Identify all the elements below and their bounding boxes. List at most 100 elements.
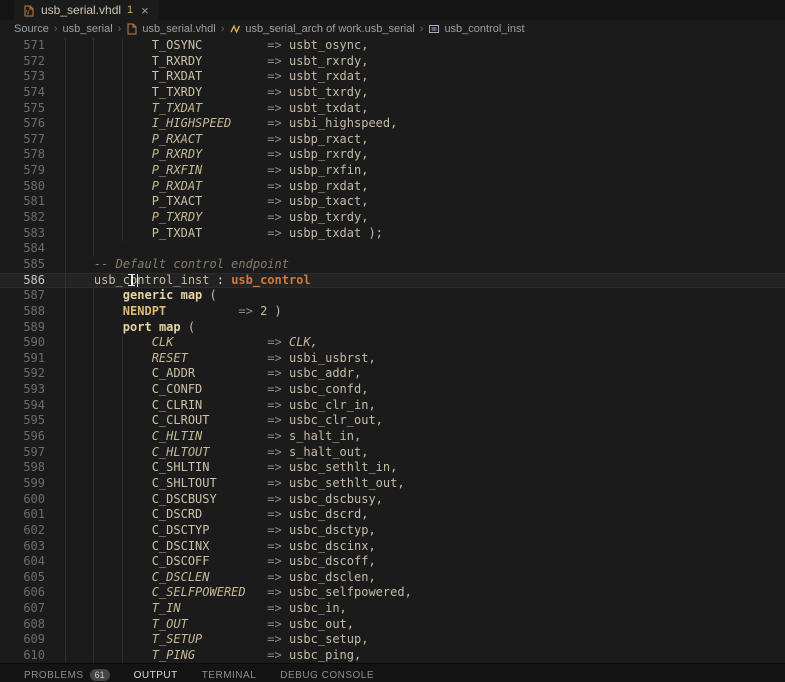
breadcrumb-item-usb_serial_arch[interactable]: usb_serial_arch of work.usb_serial: [229, 23, 414, 35]
code-line-content[interactable]: T_OUT => usbc_out,: [65, 617, 785, 633]
code-line-content[interactable]: port map (: [65, 320, 785, 336]
code-line-content[interactable]: C_SELFPOWERED => usbc_selfpowered,: [65, 585, 785, 601]
code-line-content[interactable]: C_CONFD => usbc_confd,: [65, 382, 785, 398]
code-line: 598 C_SHLTIN => usbc_sethlt_in,: [0, 460, 785, 476]
line-number[interactable]: 597: [0, 445, 45, 461]
code-line-content[interactable]: usb_control_inst : usb_control: [65, 273, 785, 289]
line-number[interactable]: 576: [0, 116, 45, 132]
code-line-content[interactable]: C_ADDR => usbc_addr,: [65, 366, 785, 382]
line-number[interactable]: 609: [0, 632, 45, 648]
code-line-content[interactable]: C_CLRIN => usbc_clr_in,: [65, 398, 785, 414]
line-number[interactable]: 608: [0, 617, 45, 633]
line-number[interactable]: 580: [0, 179, 45, 195]
code-line-content[interactable]: I_HIGHSPEED => usbi_highspeed,: [65, 116, 785, 132]
code-line-content[interactable]: T_TXRDY => usbt_txrdy,: [65, 85, 785, 101]
panel-tab-debug-console[interactable]: DEBUG CONSOLE: [280, 670, 374, 681]
line-number[interactable]: 610: [0, 648, 45, 664]
line-number[interactable]: 595: [0, 413, 45, 429]
line-number[interactable]: 596: [0, 429, 45, 445]
code-line-content[interactable]: generic map (: [65, 288, 785, 304]
code-line-content[interactable]: P_TXDAT => usbp_txdat );: [65, 226, 785, 242]
line-number[interactable]: 582: [0, 210, 45, 226]
indent-guide: [65, 429, 66, 445]
panel-tab-problems[interactable]: PROBLEMS61: [24, 669, 110, 681]
code-line-content[interactable]: P_RXDAT => usbp_rxdat,: [65, 179, 785, 195]
code-token: CLK: [152, 335, 268, 349]
code-line-content[interactable]: CLK => CLK,: [65, 335, 785, 351]
breadcrumb-item-source[interactable]: Source: [14, 23, 49, 35]
code-line-content[interactable]: [65, 241, 785, 257]
close-icon[interactable]: ×: [141, 4, 149, 17]
line-number[interactable]: 593: [0, 382, 45, 398]
code-line-content[interactable]: C_DSCBUSY => usbc_dscbusy,: [65, 492, 785, 508]
code-token: C_HLTIN: [152, 429, 268, 443]
code-line-content[interactable]: T_SETUP => usbc_setup,: [65, 632, 785, 648]
line-number[interactable]: 604: [0, 554, 45, 570]
indent-guide: [93, 179, 94, 195]
breadcrumb-item-usb_control_inst[interactable]: usb_control_inst: [428, 23, 524, 35]
code-line-content[interactable]: P_TXACT => usbp_txact,: [65, 194, 785, 210]
line-number[interactable]: 572: [0, 54, 45, 70]
panel-tab-output[interactable]: OUTPUT: [134, 670, 178, 681]
line-number[interactable]: 603: [0, 539, 45, 555]
code-line-content[interactable]: RESET => usbi_usbrst,: [65, 351, 785, 367]
line-number[interactable]: 599: [0, 476, 45, 492]
line-number[interactable]: 579: [0, 163, 45, 179]
code-line-content[interactable]: C_SHLTOUT => usbc_sethlt_out,: [65, 476, 785, 492]
code-line-content[interactable]: C_SHLTIN => usbc_sethlt_in,: [65, 460, 785, 476]
line-number[interactable]: 589: [0, 320, 45, 336]
panel-tab-terminal[interactable]: TERMINAL: [202, 670, 257, 681]
code-line-content[interactable]: P_TXRDY => usbp_txrdy,: [65, 210, 785, 226]
code-line-content[interactable]: P_RXACT => usbp_rxact,: [65, 132, 785, 148]
code-line-content[interactable]: T_OSYNC => usbt_osync,: [65, 38, 785, 54]
line-number[interactable]: 600: [0, 492, 45, 508]
code-line-content[interactable]: C_DSCLEN => usbc_dsclen,: [65, 570, 785, 586]
line-number[interactable]: 602: [0, 523, 45, 539]
code-line-content[interactable]: C_HLTIN => s_halt_in,: [65, 429, 785, 445]
code-line-content[interactable]: P_RXFIN => usbp_rxfin,: [65, 163, 785, 179]
code-line-content[interactable]: C_DSCINX => usbc_dscinx,: [65, 539, 785, 555]
line-number[interactable]: 590: [0, 335, 45, 351]
tab-usb-serial-vhdl[interactable]: V usb_serial.vhdl 1 ×: [14, 0, 159, 20]
code-line-content[interactable]: T_IN => usbc_in,: [65, 601, 785, 617]
line-number[interactable]: 607: [0, 601, 45, 617]
code-line-content[interactable]: T_PING => usbc_ping,: [65, 648, 785, 664]
line-number[interactable]: 598: [0, 460, 45, 476]
line-number[interactable]: 571: [0, 38, 45, 54]
line-number[interactable]: 575: [0, 101, 45, 117]
line-number[interactable]: 601: [0, 507, 45, 523]
line-number[interactable]: 588: [0, 304, 45, 320]
line-number[interactable]: 586: [0, 273, 45, 289]
line-number[interactable]: 577: [0, 132, 45, 148]
code-line-content[interactable]: T_RXDAT => usbt_rxdat,: [65, 69, 785, 85]
code-token: C_SHLTOUT: [152, 476, 268, 490]
line-number[interactable]: 591: [0, 351, 45, 367]
line-number[interactable]: 581: [0, 194, 45, 210]
indent-guide: [93, 366, 94, 382]
code-line-content[interactable]: C_DSCTYP => usbc_dsctyp,: [65, 523, 785, 539]
line-number[interactable]: 594: [0, 398, 45, 414]
code-line-content[interactable]: C_DSCOFF => usbc_dscoff,: [65, 554, 785, 570]
code-line-content[interactable]: T_TXDAT => usbt_txdat,: [65, 101, 785, 117]
line-number[interactable]: 592: [0, 366, 45, 382]
line-number[interactable]: 606: [0, 585, 45, 601]
code-line-content[interactable]: C_CLROUT => usbc_clr_out,: [65, 413, 785, 429]
line-number[interactable]: 574: [0, 85, 45, 101]
code-line-content[interactable]: P_RXRDY => usbp_rxrdy,: [65, 147, 785, 163]
line-number[interactable]: 587: [0, 288, 45, 304]
code-line-content[interactable]: C_DSCRD => usbc_dscrd,: [65, 507, 785, 523]
line-number[interactable]: 583: [0, 226, 45, 242]
code-line-content[interactable]: C_HLTOUT => s_halt_out,: [65, 445, 785, 461]
code-line-content[interactable]: -- Default control endpoint: [65, 257, 785, 273]
line-number[interactable]: 573: [0, 69, 45, 85]
line-number[interactable]: 605: [0, 570, 45, 586]
indent-guide: [122, 54, 123, 70]
line-number[interactable]: 585: [0, 257, 45, 273]
line-number[interactable]: 584: [0, 241, 45, 257]
breadcrumb-item-usb_serial.vhdl[interactable]: usb_serial.vhdl: [126, 23, 215, 35]
code-line-content[interactable]: T_RXRDY => usbt_rxrdy,: [65, 54, 785, 70]
code-line-content[interactable]: NENDPT => 2 ): [65, 304, 785, 320]
line-number[interactable]: 578: [0, 147, 45, 163]
breadcrumb-item-usb_serial[interactable]: usb_serial: [63, 23, 113, 35]
code-editor[interactable]: 571 T_OSYNC => usbt_osync, 572 T_RXRDY =>…: [0, 38, 785, 664]
